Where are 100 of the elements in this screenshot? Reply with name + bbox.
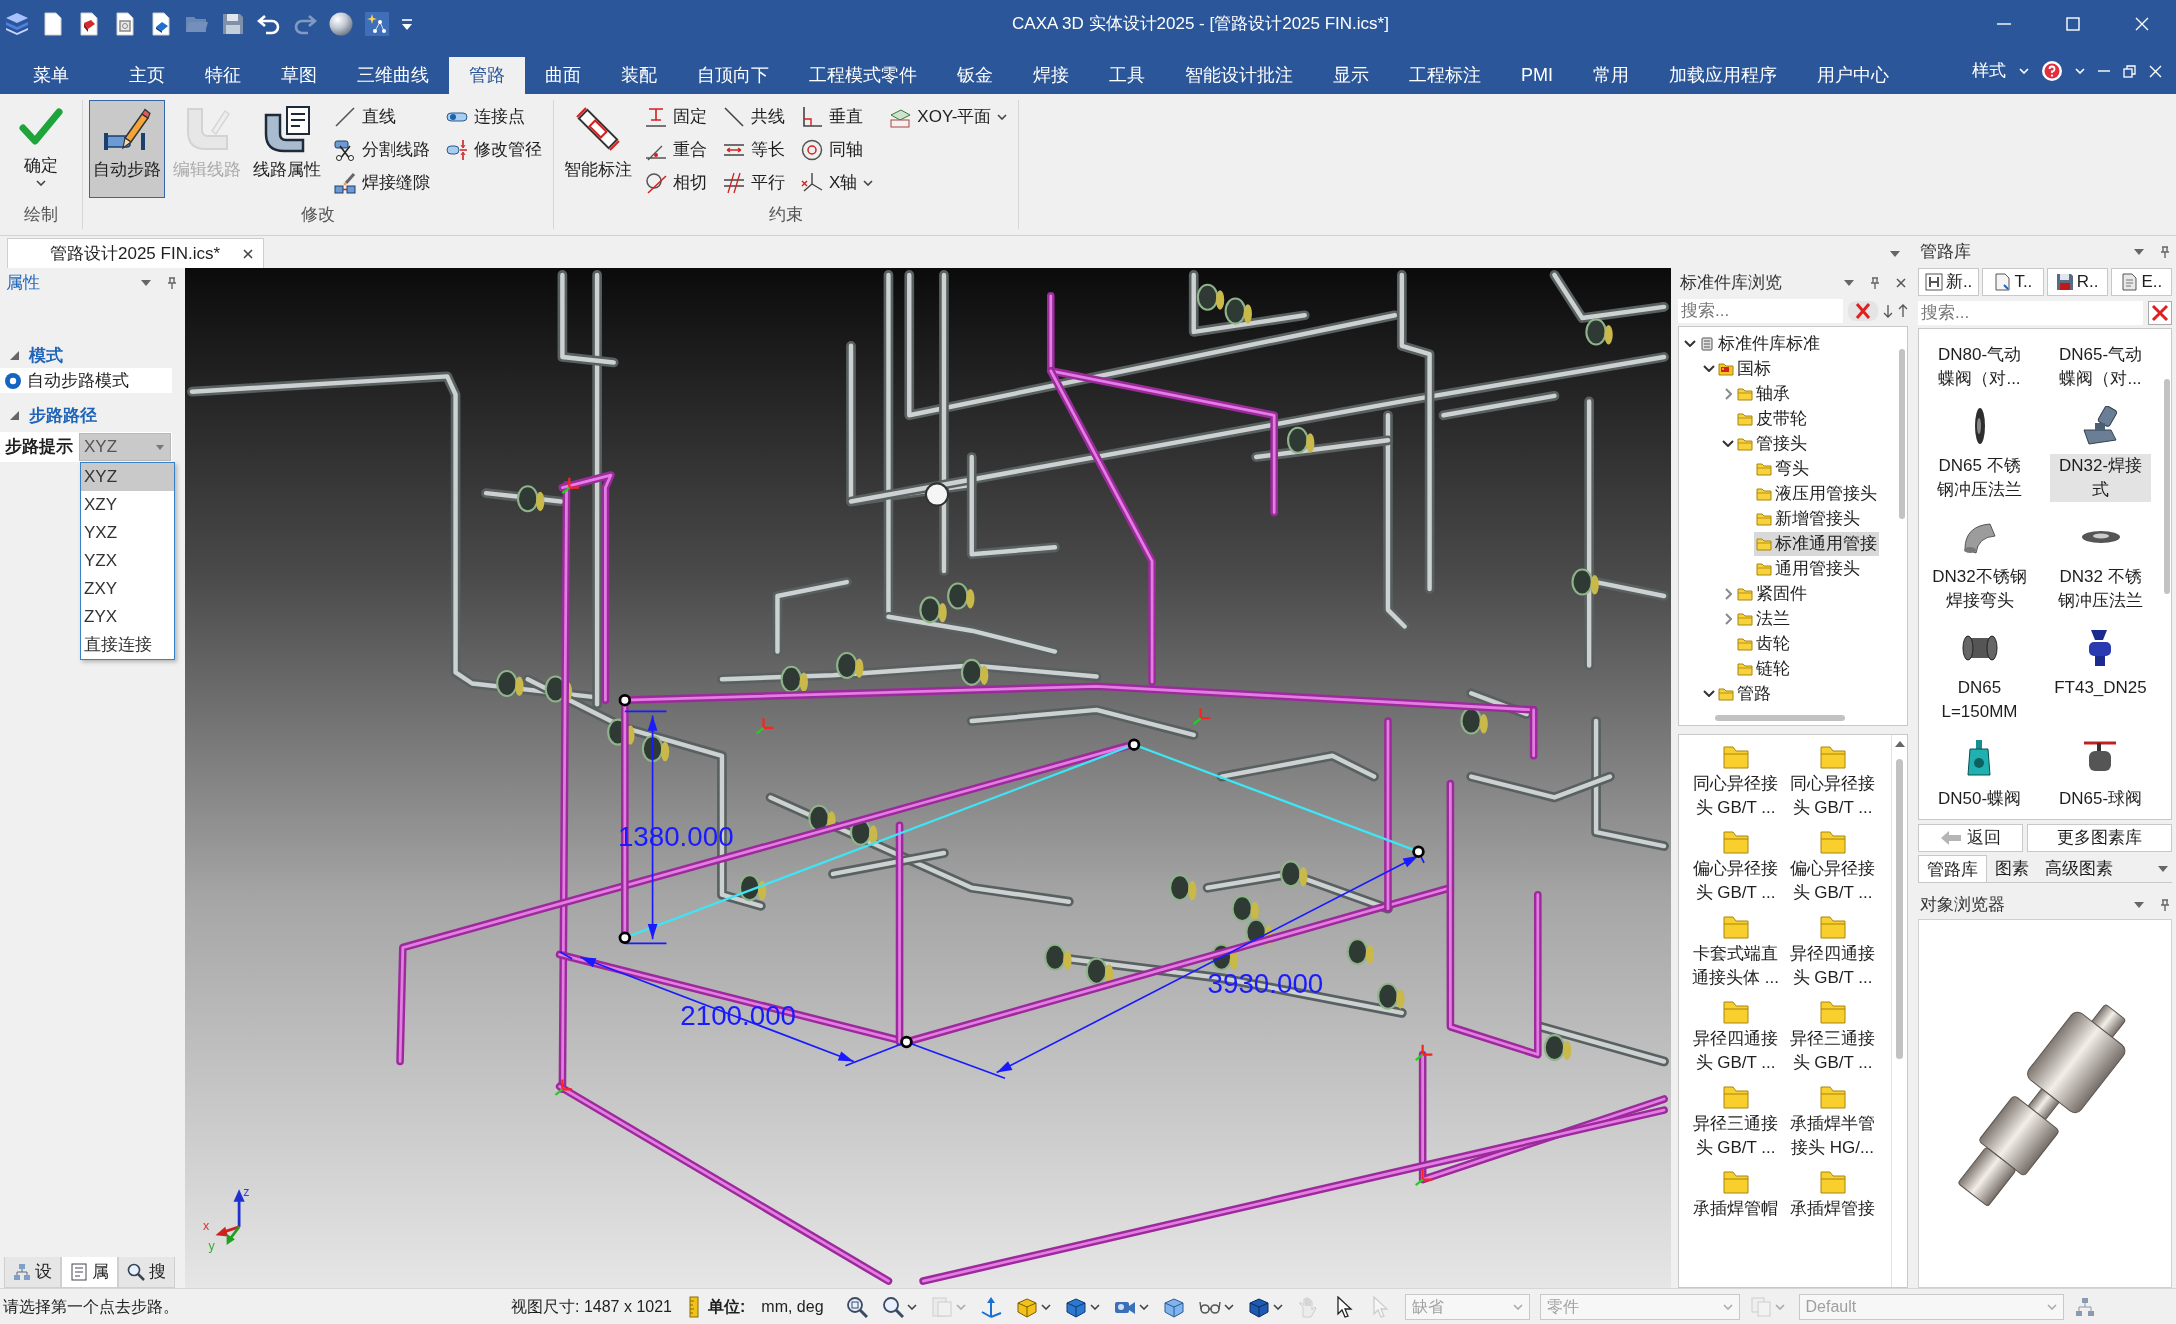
caret-icon[interactable] <box>1272 1303 1283 1310</box>
magnifier-icon[interactable] <box>845 1295 868 1318</box>
ribbon-tab[interactable]: 主页 <box>109 57 185 94</box>
tool-button[interactable]: 平行 <box>718 166 790 199</box>
restore-icon[interactable] <box>2123 64 2136 78</box>
radio-option[interactable]: 自动步路模式 <box>0 368 172 393</box>
triangle-icon[interactable] <box>10 351 19 360</box>
tool-button[interactable]: 焊接缝隙 <box>329 166 435 199</box>
panel-tab[interactable]: 管路库 <box>1918 855 1987 882</box>
library-item[interactable]: DN65-球阀 <box>2040 739 2161 811</box>
tool-button[interactable]: 智能标注 <box>560 100 636 198</box>
tree-item[interactable]: 国标 <box>1716 356 1773 381</box>
search-field[interactable]: 搜索... <box>1918 301 2143 325</box>
tree-item[interactable]: 管接头 <box>1735 431 1809 456</box>
tool-button[interactable]: 确定 <box>6 100 76 198</box>
dropdown-icon[interactable] <box>1890 250 1900 257</box>
library-item[interactable]: DN50-蝶阀 <box>1919 739 2040 811</box>
ribbon-tab[interactable]: 智能设计批注 <box>1165 57 1313 94</box>
tool-button[interactable]: 分割线路 <box>329 133 435 166</box>
ribbon-tab[interactable]: 加载应用程序 <box>1649 57 1797 94</box>
tool-button[interactable]: 相切 <box>640 166 712 199</box>
chevron-down-icon[interactable] <box>1703 690 1715 697</box>
library-button[interactable]: R.. <box>2046 268 2108 296</box>
caret-icon[interactable] <box>906 1303 917 1310</box>
pin-icon[interactable] <box>167 277 177 289</box>
new-file-icon[interactable] <box>41 12 65 36</box>
tree-item[interactable]: 皮带轮 <box>1735 406 1809 431</box>
dropdown-icon[interactable] <box>2134 902 2144 908</box>
caret-icon[interactable] <box>1138 1303 1149 1310</box>
magnifier-icon[interactable] <box>881 1295 904 1318</box>
tree-item[interactable]: 通用管接头 <box>1754 556 1862 581</box>
ribbon-tab[interactable]: 自顶向下 <box>677 57 789 94</box>
library-button[interactable]: 新.. <box>1918 268 1980 296</box>
library-button[interactable]: T.. <box>1982 268 2044 296</box>
ribbon-tab[interactable]: 装配 <box>601 57 677 94</box>
part-item[interactable]: 异径四通接头 GB/T ... <box>1784 915 1881 990</box>
panel-tab[interactable]: 高级图素 <box>2037 855 2121 882</box>
part-item[interactable]: 卡套式端直通接头体 ... <box>1687 915 1784 990</box>
dropdown-option[interactable]: XYZ <box>81 463 174 491</box>
dropdown-icon[interactable] <box>141 280 151 286</box>
dropdown-option[interactable]: ZYX <box>81 603 174 631</box>
radio-icon[interactable] <box>5 372 21 389</box>
panel-tab[interactable]: 属 <box>61 1257 118 1288</box>
tool-button[interactable]: 固定 <box>640 100 712 133</box>
caret-icon[interactable] <box>1089 1303 1100 1310</box>
dropdown-option[interactable]: ZXY <box>81 575 174 603</box>
library-item[interactable]: FT43_DN25 <box>2040 628 2161 724</box>
pin-icon[interactable] <box>2160 899 2170 911</box>
chevron-right-icon[interactable] <box>1724 587 1732 600</box>
tool-button[interactable]: 垂直 <box>796 100 879 133</box>
ribbon-tab[interactable]: 钣金 <box>937 57 1013 94</box>
scroll-up-icon[interactable] <box>1894 741 1905 747</box>
caret-icon[interactable] <box>1223 1303 1234 1310</box>
document-tab[interactable]: 管路设计2025 FIN.ics* <box>7 238 264 268</box>
panel-tab[interactable]: 图素 <box>1987 855 2037 882</box>
library-item[interactable]: DN32不锈钢焊接弯头 <box>1919 517 2040 613</box>
tree-item[interactable]: 链轮 <box>1735 656 1792 681</box>
help-icon[interactable] <box>2042 61 2062 81</box>
undo-icon[interactable] <box>257 12 281 36</box>
tree-item[interactable]: 标准通用管接 <box>1754 531 1879 556</box>
dropdown-option[interactable]: YXZ <box>81 519 174 547</box>
tree-item[interactable]: 管路 <box>1716 681 1773 706</box>
dropdown-icon[interactable] <box>2134 249 2144 255</box>
scrollbar-thumb[interactable] <box>1715 715 1845 721</box>
chevron-down-icon[interactable] <box>1684 340 1696 347</box>
part-item[interactable]: 承插焊半管接头 HG/... <box>1784 1085 1881 1160</box>
ribbon-tab[interactable]: 工程模式零件 <box>789 57 937 94</box>
scrollbar-thumb[interactable] <box>1896 759 1903 1059</box>
ribbon-tab[interactable]: 工程标注 <box>1389 57 1501 94</box>
dropdown-option[interactable]: XZY <box>81 491 174 519</box>
tool-button[interactable]: 重合 <box>640 133 712 166</box>
part-item[interactable]: 异径四通接头 GB/T ... <box>1687 1000 1784 1075</box>
more-button[interactable]: 更多图素库 <box>2027 824 2172 852</box>
clear-icon[interactable] <box>2148 301 2172 325</box>
library-item[interactable]: DN32 不锈钢冲压法兰 <box>2040 517 2161 613</box>
chevron-right-icon[interactable] <box>1724 612 1732 625</box>
section-title[interactable]: 模式 <box>29 344 63 367</box>
dropdown-icon[interactable] <box>2158 866 2168 873</box>
tree-item[interactable]: 标准件库标准 <box>1697 331 1822 356</box>
tree-item[interactable]: 紧固件 <box>1735 581 1809 606</box>
ribbon-tab[interactable]: 管路 <box>449 57 525 94</box>
tool-button[interactable]: XOY-平面 <box>884 100 1013 133</box>
tree-item[interactable]: 新增管接头 <box>1754 506 1862 531</box>
part-item[interactable]: 异径三通接头 GB/T ... <box>1784 1000 1881 1075</box>
combo-box[interactable]: XYZ <box>79 433 171 461</box>
tool-button[interactable]: 直线 <box>329 100 435 133</box>
part-item[interactable]: 承插焊管接 <box>1784 1170 1881 1221</box>
tool-button[interactable]: 线路属性 <box>249 100 325 198</box>
scrollbar-thumb[interactable] <box>1899 349 1905 519</box>
library-item[interactable]: DN65 不锈钢冲压法兰 <box>1919 406 2040 502</box>
close-icon[interactable] <box>243 248 253 259</box>
tool-button[interactable]: 自动步路 <box>89 100 165 198</box>
part-item[interactable]: 同心异径接头 GB/T ... <box>1784 745 1881 820</box>
routed-pipe-drawing[interactable] <box>396 291 1668 1285</box>
save-icon[interactable] <box>221 12 245 36</box>
library-item[interactable]: DN65-气动蝶阀（对... <box>2040 343 2161 391</box>
tree-item[interactable]: 液压用管接头 <box>1754 481 1879 506</box>
ribbon-tab[interactable]: PMI <box>1501 57 1573 94</box>
tree-item[interactable]: 法兰 <box>1735 606 1792 631</box>
triangle-icon[interactable] <box>10 411 19 420</box>
